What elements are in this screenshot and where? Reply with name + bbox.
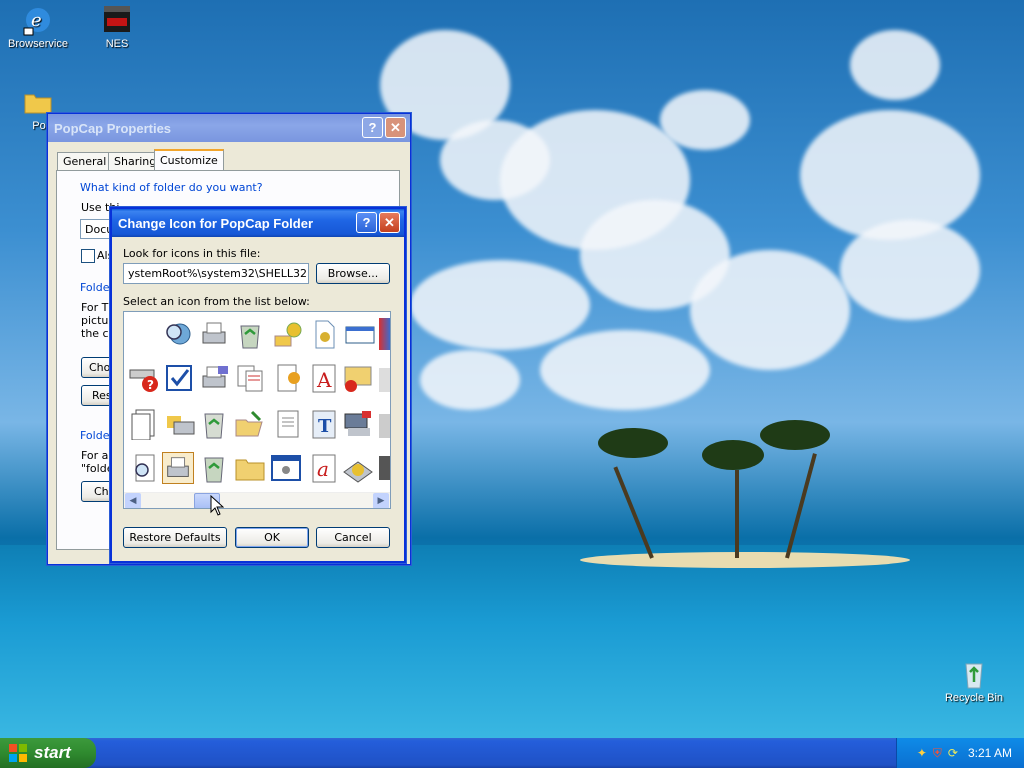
window-icon[interactable] [344,318,376,350]
cd-drive-icon[interactable] [342,452,374,484]
template-value: Docu [85,223,114,236]
tab-customize[interactable]: Customize [154,149,224,170]
printer-network-icon[interactable] [198,362,230,394]
svg-text:A: A [316,368,332,392]
truetype-font-icon[interactable]: T [308,408,340,440]
folder-icons-text: "folde [81,462,114,475]
sea [0,545,1024,738]
font-a-icon[interactable]: a [308,452,340,484]
folder-open-icon[interactable] [234,408,266,440]
documents-copy-icon[interactable] [234,362,266,394]
icon-list[interactable]: ? A T a ◀ ▶ [123,311,391,509]
recycle-bin-full-icon[interactable] [234,318,266,350]
tab-general[interactable]: General [57,152,113,170]
help-button[interactable]: ? [362,117,383,138]
close-button[interactable]: ✕ [385,117,406,138]
mouse-cursor-icon [210,494,225,520]
colorful-icon[interactable] [379,318,390,350]
partial-icon[interactable] [379,414,390,438]
partial-icon[interactable] [379,456,390,480]
recycle-bin-green-icon[interactable] [198,452,230,484]
icon-file-value: ystemRoot%\system32\SHELL32.dll [128,267,309,280]
font-icon[interactable]: A [308,362,340,394]
partial-icon[interactable] [379,368,390,392]
change-icon-titlebar[interactable]: Change Icon for PopCap Folder ? ✕ [112,209,404,237]
start-label: start [34,743,71,762]
properties-titlebar[interactable]: PopCap Properties ? ✕ [48,114,410,142]
start-button[interactable]: start [0,738,96,768]
dialog-body: Look for icons in this file: ystemRoot%\… [112,237,404,559]
group-label-folder-icons: Folder [80,429,114,442]
scroll-right-button[interactable]: ▶ [373,493,389,508]
text-document-icon[interactable] [272,408,304,440]
desktop-icon-label: Browservice [8,38,68,50]
taskbar: start ✦ ⛨ ⟳ 3:21 AM [0,738,1024,768]
check-window-icon[interactable] [164,362,196,394]
browser-icon: e [22,4,54,36]
scroll-left-button[interactable]: ◀ [125,493,141,508]
blank-document-icon[interactable] [128,408,160,441]
recycle-bin-icon [958,658,990,690]
also-apply-checkbox[interactable] [81,249,95,263]
window-title: PopCap Properties [54,120,172,136]
desktop-icon-label: NES [105,38,129,50]
group-label-folder-pictures: Folder [80,281,114,294]
printer-folder-icon[interactable] [164,408,196,440]
group-label-folder-type: What kind of folder do you want? [80,181,263,194]
document-settings-icon[interactable] [272,362,304,394]
close-button[interactable]: ✕ [379,212,400,233]
svg-text:a: a [317,457,329,481]
look-for-label: Look for icons in this file: [123,247,261,260]
icon-file-input[interactable]: ystemRoot%\system32\SHELL32.dll [123,263,309,284]
island [580,552,910,568]
system-tray: ✦ ⛨ ⟳ 3:21 AM [896,738,1024,768]
select-icon-label: Select an icon from the list below: [123,295,310,308]
change-icon-dialog: Change Icon for PopCap Folder ? ✕ Look f… [110,207,406,563]
restore-defaults-button[interactable]: Restore Defaults [123,527,227,548]
desktop-icon-label: Recycle Bin [944,692,1004,704]
network-settings-icon[interactable] [272,318,304,350]
drive-warning-icon[interactable] [342,362,374,394]
svg-text:?: ? [147,378,154,392]
clock: 3:21 AM [967,746,1012,760]
tray-network-icon[interactable]: ✦ [917,746,927,760]
network-computer-icon[interactable] [342,408,374,440]
document-gear-icon[interactable] [308,318,340,350]
desktop-icon-nes[interactable]: NES [79,4,155,50]
help-button[interactable]: ? [356,212,377,233]
search-globe-icon[interactable] [162,318,194,350]
dialog-title: Change Icon for PopCap Folder [118,215,314,231]
printer-icon[interactable] [198,318,230,350]
tray-update-icon[interactable]: ⟳ [948,746,958,760]
browse-button[interactable]: Browse... [316,263,390,284]
icon-list-scrollbar[interactable]: ◀ ▶ [124,492,390,508]
tray-security-icon[interactable]: ⛨ [933,746,942,761]
cancel-button[interactable]: Cancel [316,527,390,548]
svg-text:T: T [318,416,332,437]
recycle-bin-empty-icon[interactable] [198,408,230,440]
nes-icon [101,4,133,36]
desktop-icon-recycle-bin[interactable]: Recycle Bin [936,658,1012,704]
ok-button[interactable]: OK [235,527,309,548]
printer-selected-icon[interactable] [162,452,194,484]
program-window-icon[interactable] [270,452,302,484]
search-document-icon[interactable] [128,452,160,484]
windows-logo-icon [8,743,28,763]
drive-error-icon[interactable]: ? [128,362,160,394]
folder-icon[interactable] [234,452,266,484]
desktop-icon-browservice[interactable]: e Browservice [0,4,76,50]
